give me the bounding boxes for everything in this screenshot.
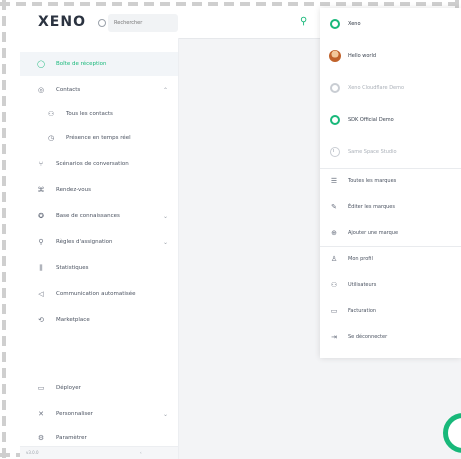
version-label: v3.0.0 [26, 450, 39, 455]
edit-icon: ✎ [331, 203, 337, 211]
knowledge-icon: ✪ [38, 212, 44, 220]
brand-label: Xeno [348, 21, 361, 27]
sync-icon[interactable]: ⚲ [300, 17, 310, 27]
sidebar-item-assignment-rules[interactable]: ⚲ Règles d'assignation ⌄ [20, 230, 178, 254]
menu-item-label: Utilisateurs [348, 282, 377, 288]
sidebar-item-label: Marketplace [56, 317, 90, 323]
frame-border-left [2, 0, 6, 459]
sidebar-item-knowledge-base[interactable]: ✪ Base de connaissances ⌄ [20, 204, 178, 228]
chevron-down-icon: ⌄ [162, 410, 168, 418]
logout-icon: ⇥ [331, 333, 337, 341]
chevron-up-icon: ⌃ [162, 86, 168, 94]
sidebar-footer: v3.0.0 ‹ [20, 446, 178, 459]
sidebar-item-label: Règles d'assignation [56, 239, 113, 245]
stats-icon: ⫼ [39, 263, 43, 272]
sidebar-item-automated-communication[interactable]: ◁ Communication automatisée [20, 282, 178, 306]
sidebar-item-label: Boîte de réception [56, 61, 107, 67]
sidebar-item-label: Contacts [56, 87, 81, 93]
chevron-down-icon: ⌄ [162, 238, 168, 246]
sidebar-item-appointments[interactable]: ⌘ Rendez-vous [20, 178, 178, 202]
menu-item-billing[interactable]: ▭ Facturation [320, 298, 461, 324]
menu-item-label: Ajouter une marque [348, 230, 399, 236]
brand-label: Xeno Cloudflare Demo [348, 85, 405, 91]
contacts-icon: ◎ [37, 86, 45, 94]
menu-item-users[interactable]: ⚇ Utilisateurs [320, 272, 461, 298]
app-window: XENO ⚲ ◯ Boîte de réception ◎ Contacts ⌃… [20, 8, 461, 459]
megaphone-icon: ◁ [38, 290, 44, 298]
presence-icon: ◷ [47, 134, 55, 142]
scenario-icon: ⑂ [38, 160, 44, 168]
brand-label: Same Space Studio [348, 149, 397, 155]
menu-item-my-profile[interactable]: ♙ Mon profil [320, 246, 461, 272]
brand-item-sdk-official-demo[interactable]: SDK Official Demo [320, 104, 461, 136]
brand-item-same-space-studio[interactable]: Same Space Studio [320, 136, 461, 168]
top-bar: XENO ⚲ [20, 8, 320, 39]
sidebar-item-label: Déployer [56, 385, 81, 391]
customize-icon: ✕ [38, 410, 44, 418]
collapse-icon[interactable]: ‹ [140, 450, 142, 455]
brand-item-cloudflare-demo[interactable]: Xeno Cloudflare Demo [320, 72, 461, 104]
sidebar-item-contacts[interactable]: ◎ Contacts ⌃ [20, 78, 178, 102]
sidebar-item-label: Rendez-vous [56, 187, 92, 193]
sidebar-item-statistics[interactable]: ⫼ Statistiques [20, 256, 178, 280]
brand-label: Hello world [348, 53, 377, 59]
sidebar-item-label: Scénarios de conversation [56, 161, 129, 167]
sidebar-item-label: Communication automatisée [56, 291, 136, 297]
users-icon: ⚇ [47, 110, 55, 118]
brand-ring-icon [330, 115, 340, 125]
menu-item-label: Éditer les marques [348, 204, 395, 210]
list-icon: ☰ [330, 177, 338, 185]
clock-icon [330, 147, 340, 157]
avatar [329, 50, 341, 62]
brand-switcher-dropdown: Xeno Hello world Xeno Cloudflare Demo SD… [320, 8, 461, 358]
chevron-down-icon: ⌄ [162, 212, 168, 220]
sidebar-item-presence[interactable]: ◷ Présence en temps réel [20, 126, 178, 150]
sidebar-item-label: Base de connaissances [56, 213, 120, 219]
brand-item-xeno[interactable]: Xeno [320, 8, 461, 40]
brand-ring-icon [330, 83, 340, 93]
menu-item-logout[interactable]: ⇥ Se déconnecter [320, 324, 461, 350]
chat-icon: ◯ [37, 60, 45, 68]
user-icon: ♙ [330, 255, 338, 263]
rules-icon: ⚲ [38, 238, 44, 246]
sidebar-item-label: Présence en temps réel [66, 135, 131, 141]
menu-item-label: Se déconnecter [348, 334, 388, 340]
calendar-icon: ⌘ [37, 186, 45, 194]
menu-item-edit-brands[interactable]: ✎ Éditer les marques [320, 194, 461, 220]
brand-label: SDK Official Demo [348, 117, 394, 123]
sidebar-item-scenarios[interactable]: ⑂ Scénarios de conversation [20, 152, 178, 176]
deploy-icon: ▭ [37, 384, 45, 392]
team-icon: ⚇ [330, 281, 338, 289]
search-icon [98, 19, 106, 27]
menu-item-label: Facturation [348, 308, 377, 314]
brand-item-hello-world[interactable]: Hello world [320, 40, 461, 72]
logo[interactable]: XENO [38, 14, 86, 30]
sidebar-item-label: Statistiques [56, 265, 89, 271]
menu-item-label: Mon profil [348, 256, 373, 262]
sidebar-item-label: Tous les contacts [66, 111, 113, 117]
settings-icon: ⚙ [37, 434, 45, 442]
menu-item-label: Toutes les marques [348, 178, 397, 184]
sidebar-item-customize[interactable]: ✕ Personnaliser ⌄ [20, 402, 178, 426]
sidebar-item-all-contacts[interactable]: ⚇ Tous les contacts [20, 102, 178, 126]
menu-item-add-brand[interactable]: ⊕ Ajouter une marque [320, 220, 461, 246]
brand-ring-icon [330, 19, 340, 29]
sidebar-item-inbox[interactable]: ◯ Boîte de réception [20, 52, 178, 76]
add-icon: ⊕ [331, 229, 337, 237]
sidebar-item-label: Paramètrer [56, 435, 87, 441]
sidebar-item-deploy[interactable]: ▭ Déployer [20, 376, 178, 400]
billing-icon: ▭ [330, 307, 338, 315]
sidebar-item-label: Personnaliser [56, 411, 93, 417]
chat-launcher-button[interactable] [443, 413, 461, 453]
sidebar-item-marketplace[interactable]: ⟲ Marketplace [20, 308, 178, 332]
menu-item-all-brands[interactable]: ☰ Toutes les marques [320, 168, 461, 194]
frame-border-top [0, 2, 461, 6]
sidebar: ◯ Boîte de réception ◎ Contacts ⌃ ⚇ Tous… [20, 38, 179, 459]
marketplace-icon: ⟲ [38, 316, 44, 324]
search-input[interactable] [108, 14, 178, 32]
